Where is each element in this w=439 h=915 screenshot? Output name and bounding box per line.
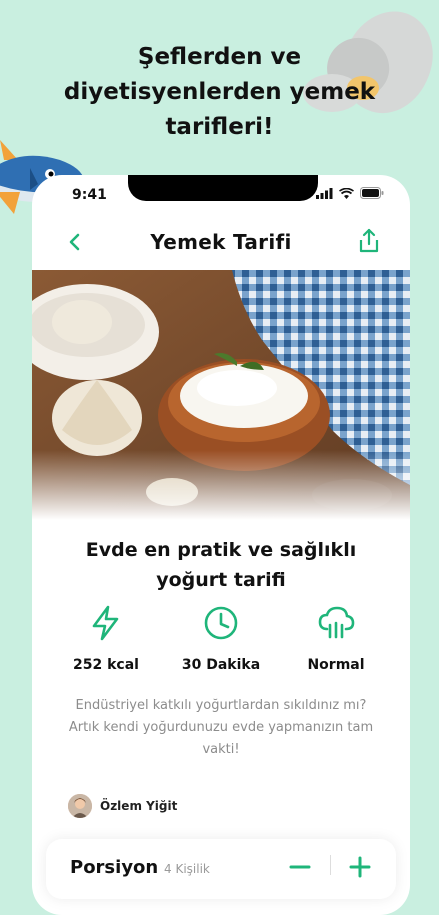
status-time: 9:41 <box>72 187 107 203</box>
clock-icon <box>204 606 238 640</box>
recipe-photo <box>32 270 410 520</box>
wifi-icon <box>339 187 354 199</box>
recipe-title: Evde en pratik ve sağlıklı yoğurt tarifi <box>52 535 390 595</box>
stat-calories: 252 kcal <box>46 603 166 673</box>
headline-line-1: Şeflerden ve <box>137 44 302 70</box>
phone-notch <box>128 175 318 201</box>
author[interactable]: Özlem Yiğit <box>68 794 177 818</box>
portion-label: Porsiyon <box>70 857 159 878</box>
stat-difficulty: Normal <box>276 603 396 673</box>
avatar-image <box>68 794 92 818</box>
divider <box>330 855 331 875</box>
app-header: Yemek Tarifi <box>32 225 410 261</box>
status-icons <box>316 187 384 199</box>
share-icon[interactable] <box>356 227 382 255</box>
avatar <box>68 794 92 818</box>
stat-difficulty-label: Normal <box>307 657 365 673</box>
difficulty-icon <box>318 606 355 639</box>
portion-card: Porsiyon 4 Kişilik <box>46 839 396 899</box>
headline-line-2: diyetisyenlerden yemek <box>63 79 376 105</box>
phone-frame: 9:41 Yemek Tarifi Evde en pratik ve sağl… <box>32 175 410 915</box>
headline-line-3: tarifleri! <box>165 114 274 140</box>
author-name: Özlem Yiğit <box>100 799 178 813</box>
headline: Şeflerden ve diyetisyenlerden yemek tari… <box>0 40 439 145</box>
stat-duration-label: 30 Dakika <box>181 657 261 673</box>
battery-icon <box>360 187 384 199</box>
stat-calories-label: 252 kcal <box>73 657 139 673</box>
recipe-description: Endüstriyel katkılı yoğurtlardan sıkıldı… <box>68 698 374 757</box>
page-title: Yemek Tarifi <box>150 230 292 254</box>
increase-portion-button[interactable] <box>348 855 372 879</box>
recipe-title-line-1: Evde en pratik ve sağlıklı <box>85 539 357 561</box>
stat-duration: 30 Dakika <box>161 603 281 673</box>
recipe-title-line-2: yoğurt tarifi <box>156 569 286 591</box>
lightning-icon <box>92 605 119 641</box>
portion-count: 4 Kişilik <box>164 862 210 876</box>
signal-icon <box>316 187 333 199</box>
decrease-portion-button[interactable] <box>288 855 312 879</box>
